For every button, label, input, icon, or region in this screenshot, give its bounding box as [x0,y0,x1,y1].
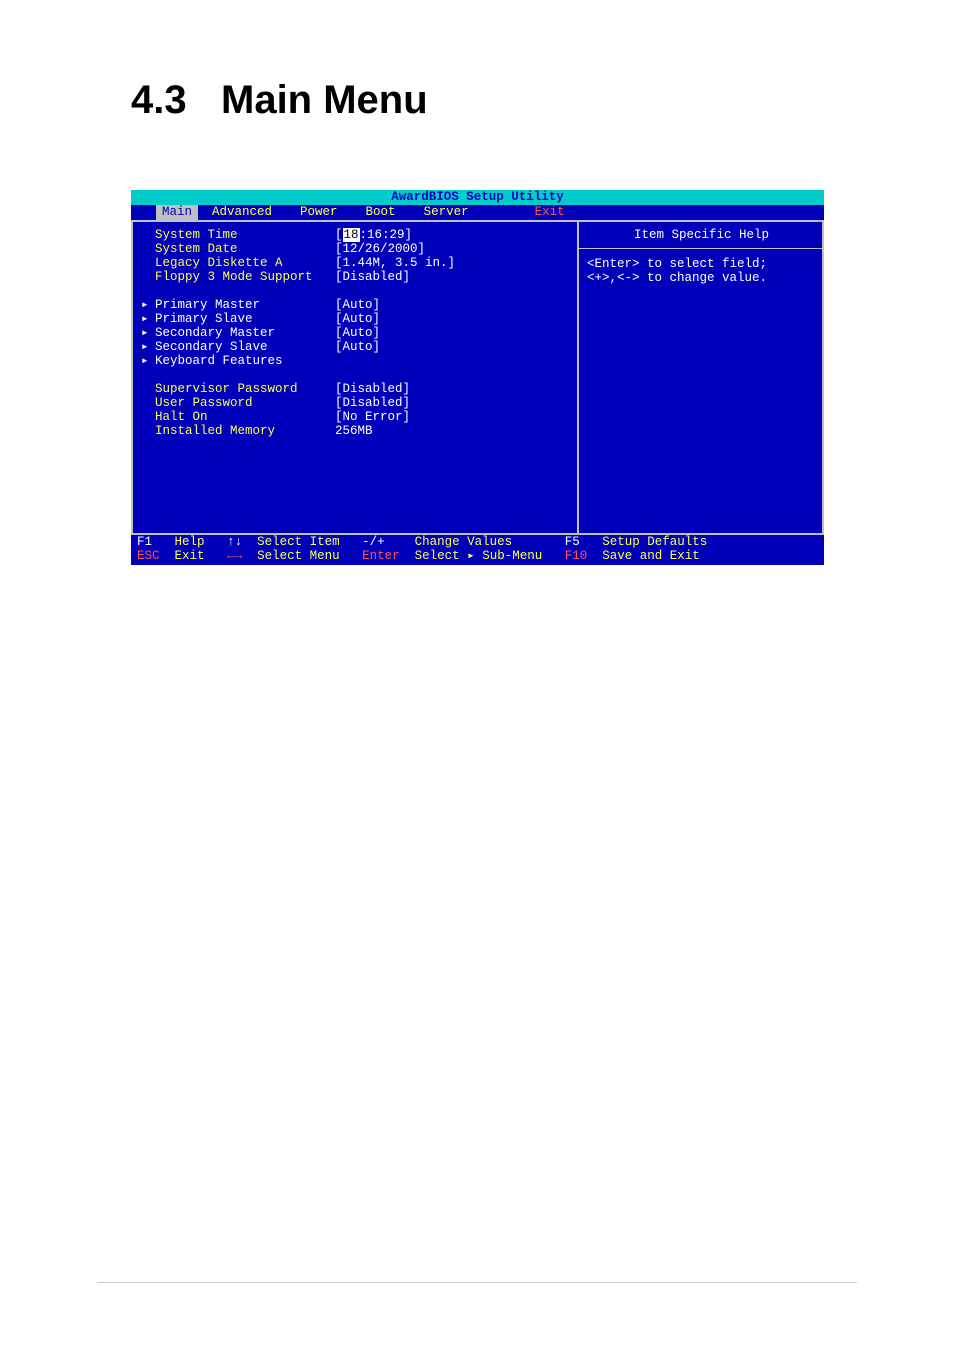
arrow-icon [141,270,155,284]
arrow-icon: ▸ [141,312,155,326]
item-diskette[interactable]: Legacy Diskette A [1.44M, 3.5 in.] [141,256,573,270]
menu-advanced[interactable]: Advanced [198,205,286,220]
arrow-icon [141,396,155,410]
item-halt-on[interactable]: Halt On [No Error] [141,410,573,424]
item-user-pw[interactable]: User Password [Disabled] [141,396,573,410]
arrow-icon: ▸ [141,326,155,340]
menu-server[interactable]: Server [410,205,483,220]
menu-boot[interactable]: Boot [352,205,410,220]
arrow-icon [141,382,155,396]
bios-footer: F1 Help ↑↓ Select Item -/+ Change Values… [131,535,824,565]
item-keyboard-features[interactable]: ▸ Keyboard Features [141,354,573,368]
item-primary-master[interactable]: ▸ Primary Master [Auto] [141,298,573,312]
item-secondary-slave[interactable]: ▸ Secondary Slave [Auto] [141,340,573,354]
bios-menu-bar: Main Advanced Power Boot Server Exit [131,205,824,220]
item-primary-slave[interactable]: ▸ Primary Slave [Auto] [141,312,573,326]
menu-power[interactable]: Power [286,205,352,220]
item-installed-memory: Installed Memory 256MB [141,424,573,438]
menu-main[interactable]: Main [156,205,198,220]
arrow-icon [141,256,155,270]
bios-left-panel: System Time [18:16:29] System Date [12/2… [131,220,578,535]
bios-title-bar: AwardBIOS Setup Utility [131,190,824,205]
item-supervisor-pw[interactable]: Supervisor Password [Disabled] [141,382,573,396]
bios-body: System Time [18:16:29] System Date [12/2… [131,220,824,535]
section-title: Main Menu [221,78,428,122]
arrow-icon: ▸ [141,340,155,354]
help-separator [579,248,824,249]
help-title: Item Specific Help [587,228,816,242]
arrow-icon [141,242,155,256]
arrow-icon: ▸ [141,354,155,368]
item-floppy3[interactable]: Floppy 3 Mode Support [Disabled] [141,270,573,284]
page-footer-divider [97,1282,857,1283]
item-system-time[interactable]: System Time [18:16:29] [141,228,573,242]
arrow-icon [141,424,155,438]
help-text: <Enter> to select field; <+>,<-> to chan… [587,257,816,285]
arrow-icon: ▸ [141,298,155,312]
value: [18:16:29] [335,228,412,242]
section-number: 4.3 [131,78,221,123]
arrow-icon [141,228,155,242]
item-secondary-master[interactable]: ▸ Secondary Master [Auto] [141,326,573,340]
item-system-date[interactable]: System Date [12/26/2000] [141,242,573,256]
section-heading: 4.3Main Menu [131,78,428,123]
menu-exit[interactable]: Exit [521,205,579,220]
arrow-icon [141,410,155,424]
bios-screenshot: AwardBIOS Setup Utility Main Advanced Po… [131,190,824,565]
cursor: 18 [343,228,360,242]
bios-help-panel: Item Specific Help <Enter> to select fie… [578,220,824,535]
